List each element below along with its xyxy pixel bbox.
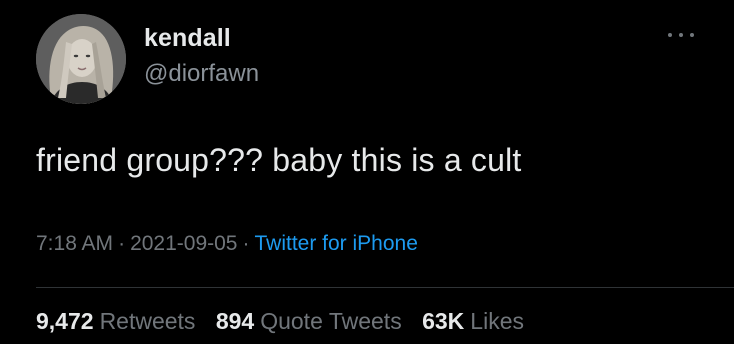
tweet-card: kendall @diorfawn friend group??? baby t… [0, 0, 734, 344]
profile-photo-icon [36, 14, 126, 104]
quote-tweets-label: Quote Tweets [260, 308, 402, 334]
user-handle[interactable]: @diorfawn [144, 60, 259, 88]
ellipsis-icon[interactable] [668, 30, 694, 40]
dot [690, 33, 694, 37]
likes-count: 63K [422, 308, 465, 334]
retweets-label: Retweets [99, 308, 196, 334]
dot [668, 33, 672, 37]
dot [679, 33, 683, 37]
quote-tweets-count: 894 [215, 308, 255, 334]
likes-label: Likes [470, 308, 524, 334]
meta-separator: · [118, 232, 126, 255]
avatar[interactable] [36, 14, 126, 104]
divider [36, 287, 734, 288]
tweet-date[interactable]: 2021-09-05 [130, 232, 237, 255]
quote-tweets-stat[interactable]: 894 Quote Tweets [216, 308, 402, 334]
tweet-source-link[interactable]: Twitter for iPhone [254, 232, 417, 255]
tweet-time[interactable]: 7:18 AM [36, 232, 113, 255]
retweets-count: 9,472 [36, 308, 94, 334]
tweet-meta: 7:18 AM · 2021-09-05 · Twitter for iPhone [36, 232, 418, 256]
likes-stat[interactable]: 63K Likes [422, 308, 524, 334]
tweet-text: friend group??? baby this is a cult [36, 142, 522, 178]
retweets-stat[interactable]: 9,472 Retweets [36, 308, 195, 334]
display-name[interactable]: kendall [144, 24, 231, 53]
meta-separator: · [242, 232, 250, 255]
tweet-stats: 9,472 Retweets 894 Quote Tweets 63K Likes [36, 308, 538, 335]
